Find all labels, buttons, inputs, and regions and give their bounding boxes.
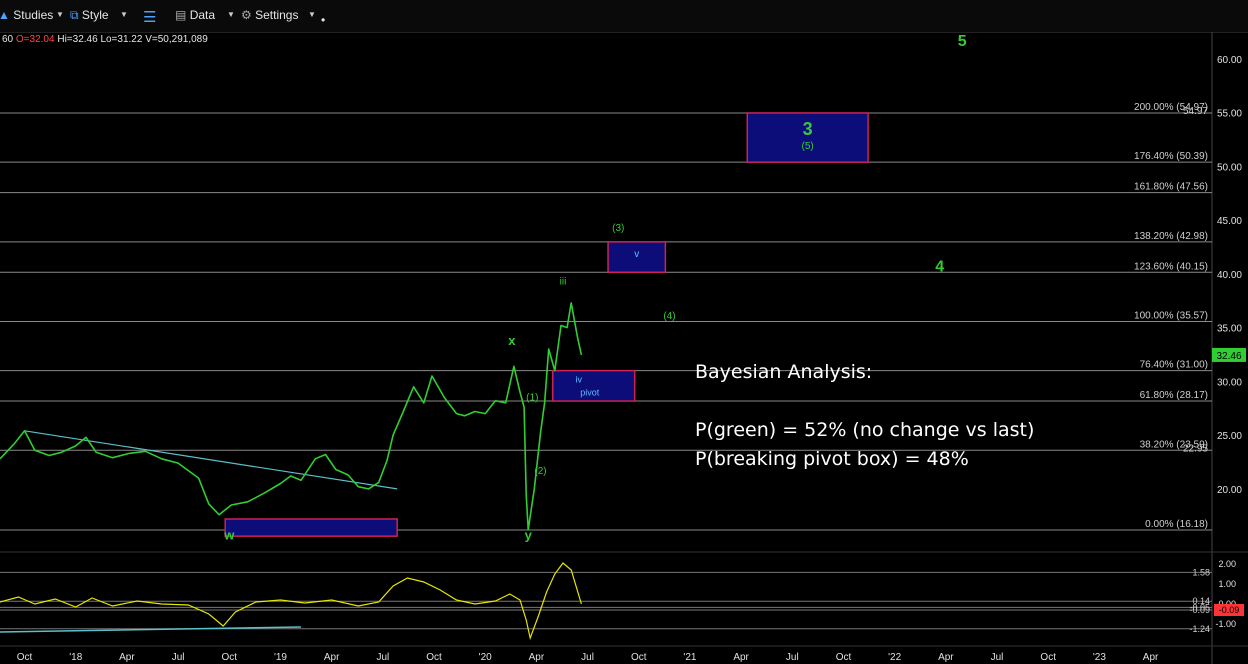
osc-trendline [0, 626, 301, 633]
fib-right-label-0: 54.97 [1183, 106, 1208, 117]
time-tick-11: Jul [581, 652, 594, 663]
wave-label-4: iii [560, 277, 567, 288]
wave-label-2: (3) [612, 223, 624, 234]
wave-label-3: (4) [663, 311, 675, 322]
time-tick-0: Oct [17, 652, 33, 663]
wave-label-1: 4 [935, 259, 944, 276]
wave-label-9: w [223, 527, 235, 542]
osc-ref-label-3: -0.09 [1189, 605, 1210, 615]
pivot-box-label: iv [576, 375, 583, 385]
time-tick-14: Apr [733, 652, 749, 663]
time-tick-3: Jul [172, 652, 185, 663]
fib-right-label-8: 22.95 [1183, 443, 1208, 454]
wave-label-6: (1) [526, 393, 538, 404]
time-tick-21: '23 [1093, 652, 1106, 663]
time-tick-6: Apr [324, 652, 340, 663]
time-tick-9: '20 [479, 652, 492, 663]
time-tick-18: Apr [938, 652, 954, 663]
time-tick-7: Jul [376, 652, 389, 663]
price-tick-2: 50.00 [1217, 162, 1242, 173]
fib-label-9: 0.00% (16.18) [1145, 519, 1208, 530]
price-tick-0: 60.00 [1217, 55, 1242, 66]
time-tick-12: Oct [631, 652, 647, 663]
fib-label-5: 100.00% (35.57) [1134, 310, 1208, 321]
time-tick-1: '18 [69, 652, 82, 663]
time-tick-8: Oct [426, 652, 442, 663]
time-tick-20: Oct [1040, 652, 1056, 663]
time-tick-15: Jul [786, 652, 799, 663]
wave-v-target-box-label: v [634, 249, 639, 260]
wave-label-0: 5 [958, 33, 967, 50]
time-tick-16: Oct [836, 652, 852, 663]
bayesian-p-pivot: P(breaking pivot box) = 48% [695, 448, 969, 470]
osc-current-label: -0.09 [1219, 605, 1240, 615]
price-chart[interactable]: 200.00% (54.97)54.97176.40% (50.39)161.8… [0, 0, 1248, 664]
time-tick-19: Jul [991, 652, 1004, 663]
osc-ref-label-0: 1.58 [1192, 567, 1210, 577]
time-tick-13: '21 [683, 652, 696, 663]
bayesian-title: Bayesian Analysis: [695, 361, 873, 383]
wave-label-8: y [525, 527, 533, 542]
price-tick-4: 40.00 [1217, 270, 1242, 281]
wave-w-support-box [224, 518, 398, 537]
price-tick-3: 45.00 [1217, 216, 1242, 227]
osc-tick-3: -1.00 [1215, 619, 1236, 629]
last-price-label: 32.46 [1216, 351, 1241, 362]
fib-label-2: 161.80% (47.56) [1134, 182, 1208, 193]
bayesian-p-green: P(green) = 52% (no change vs last) [695, 419, 1035, 441]
fib-label-7: 61.80% (28.17) [1140, 390, 1208, 401]
fib-label-6: 76.40% (31.00) [1140, 360, 1208, 371]
price-trendline-0 [24, 430, 398, 490]
time-tick-5: '19 [274, 652, 287, 663]
price-tick-7: 25.00 [1217, 431, 1242, 442]
pivot-box-sublabel: pivot [580, 388, 600, 398]
time-tick-17: '22 [888, 652, 901, 663]
fib-label-1: 176.40% (50.39) [1134, 151, 1208, 162]
price-tick-5: 35.00 [1217, 324, 1242, 335]
price-series-line [0, 302, 583, 531]
price-tick-8: 20.00 [1217, 485, 1242, 496]
fib-label-4: 123.60% (40.15) [1134, 261, 1208, 272]
osc-tick-1: 1.00 [1218, 579, 1236, 589]
time-tick-2: Apr [119, 652, 135, 663]
time-tick-10: Apr [529, 652, 545, 663]
osc-ref-label-4: -1.24 [1189, 624, 1210, 634]
price-tick-6: 30.00 [1217, 377, 1242, 388]
fib-label-3: 138.20% (42.98) [1134, 231, 1208, 242]
osc-tick-0: 2.00 [1218, 559, 1236, 569]
time-tick-22: Apr [1143, 652, 1159, 663]
time-tick-4: Oct [222, 652, 238, 663]
price-tick-1: 55.00 [1217, 109, 1242, 120]
wave-label-5: x [508, 333, 516, 348]
wave-label-7: (2) [534, 466, 546, 477]
wave-3-target-box-sublabel: (5) [802, 141, 814, 152]
wave-3-target-box-label: 3 [803, 119, 813, 139]
